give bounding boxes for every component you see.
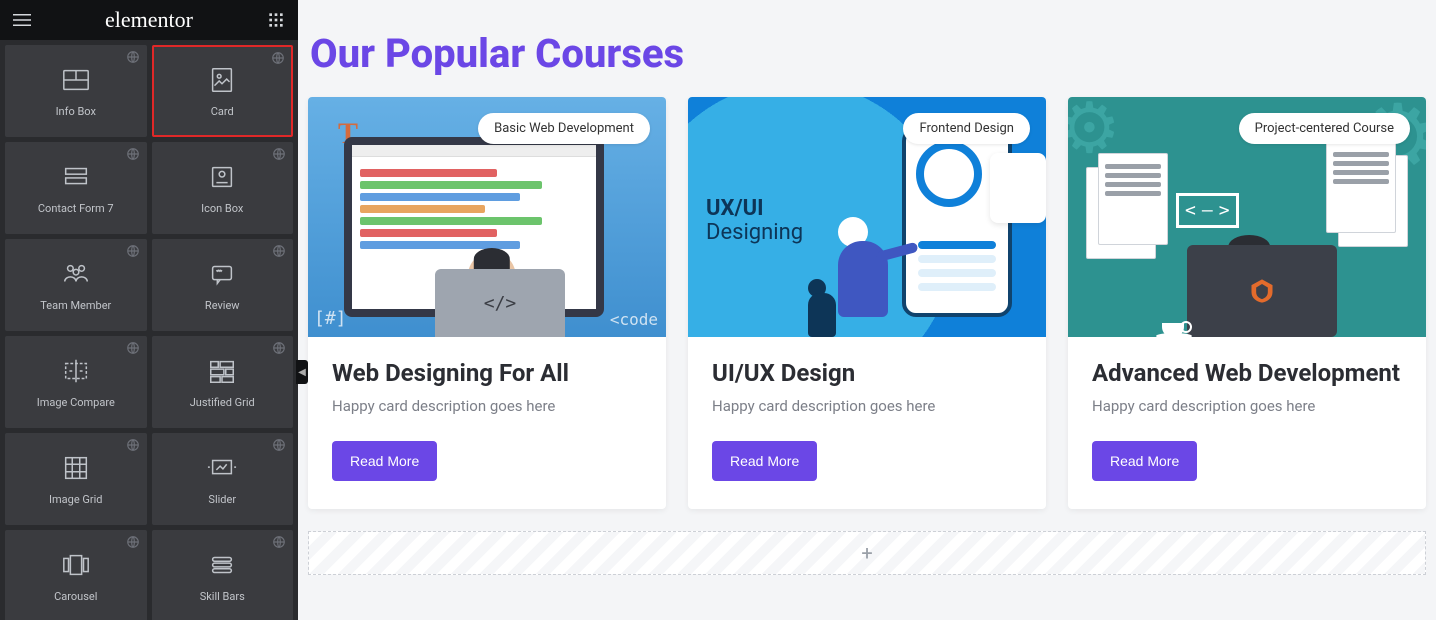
widget-label: Slider bbox=[208, 493, 236, 506]
widget-label: Card bbox=[211, 105, 234, 118]
compare-icon bbox=[61, 356, 91, 386]
image-grid-icon bbox=[61, 453, 91, 483]
widget-carousel[interactable]: Carousel bbox=[5, 530, 147, 620]
globe-icon bbox=[272, 244, 286, 258]
card-description: Happy card description goes here bbox=[1092, 397, 1402, 415]
widget-slider[interactable]: Slider bbox=[152, 433, 294, 525]
widget-label: Image Compare bbox=[37, 396, 115, 409]
widget-label: Icon Box bbox=[201, 202, 243, 215]
skill-bars-icon bbox=[207, 550, 237, 580]
slider-icon bbox=[207, 453, 237, 483]
card-image: UX/UIDesigning Frontend Design bbox=[688, 97, 1046, 337]
read-more-button[interactable]: Read More bbox=[1092, 441, 1197, 481]
info-box-icon bbox=[61, 65, 91, 95]
card-badge: Project-centered Course bbox=[1239, 113, 1410, 144]
document-icon bbox=[1098, 153, 1168, 245]
globe-icon bbox=[271, 51, 285, 65]
globe-icon bbox=[126, 341, 140, 355]
card-badge: Basic Web Development bbox=[478, 113, 650, 144]
plus-icon: + bbox=[861, 541, 872, 565]
globe-icon bbox=[126, 50, 140, 64]
read-more-button[interactable]: Read More bbox=[332, 441, 437, 481]
canvas: Our Popular Courses T </> <code bbox=[298, 0, 1436, 620]
card-title: Web Designing For All bbox=[332, 359, 642, 387]
card-image: T </> <code [#] Basic Web Development bbox=[308, 97, 666, 337]
document-icon bbox=[1326, 141, 1396, 233]
globe-icon bbox=[126, 244, 140, 258]
card-description: Happy card description goes here bbox=[332, 397, 642, 415]
globe-icon bbox=[272, 147, 286, 161]
justified-grid-icon bbox=[207, 356, 237, 386]
globe-icon bbox=[272, 438, 286, 452]
globe-icon bbox=[126, 438, 140, 452]
icon-box-icon bbox=[207, 162, 237, 192]
widget-skill-bars[interactable]: Skill Bars bbox=[152, 530, 294, 620]
widget-label: Justified Grid bbox=[190, 396, 255, 409]
person-icon bbox=[838, 217, 888, 317]
globe-icon bbox=[272, 535, 286, 549]
globe-icon bbox=[126, 535, 140, 549]
globe-icon bbox=[272, 341, 286, 355]
widget-review[interactable]: Review bbox=[152, 239, 294, 331]
card-description: Happy card description goes here bbox=[712, 397, 1022, 415]
review-icon bbox=[207, 259, 237, 289]
laptop-icon: </> bbox=[435, 269, 565, 337]
page-title: Our Popular Courses bbox=[310, 30, 1426, 77]
card-icon bbox=[207, 65, 237, 95]
elementor-panel: elementor Info Box Card Contact Form 7 I… bbox=[0, 0, 298, 620]
course-card[interactable]: ⚙ ⚙ <—> Project-centered Course Advanced… bbox=[1068, 97, 1426, 509]
widget-label: Review bbox=[205, 299, 240, 312]
widget-image-compare[interactable]: Image Compare bbox=[5, 336, 147, 428]
widget-team-member[interactable]: Team Member bbox=[5, 239, 147, 331]
team-icon bbox=[61, 259, 91, 289]
widget-label: Image Grid bbox=[49, 493, 102, 506]
widget-label: Skill Bars bbox=[200, 590, 245, 603]
course-card[interactable]: T </> <code [#] Basic Web Development bbox=[308, 97, 666, 509]
widget-card[interactable]: Card bbox=[152, 45, 294, 137]
widgets-grid-icon[interactable] bbox=[264, 8, 288, 32]
uxui-text: UX/UIDesigning bbox=[706, 197, 803, 245]
card-image: ⚙ ⚙ <—> Project-centered Course bbox=[1068, 97, 1426, 337]
monitor-icon bbox=[1187, 245, 1337, 337]
collapse-panel-icon[interactable]: ◀ bbox=[296, 360, 308, 384]
panel-header: elementor bbox=[0, 0, 298, 40]
widget-label: Contact Form 7 bbox=[38, 202, 114, 215]
widget-info-box[interactable]: Info Box bbox=[5, 45, 147, 137]
form-icon bbox=[61, 162, 91, 192]
carousel-icon bbox=[61, 550, 91, 580]
globe-icon bbox=[126, 147, 140, 161]
widget-list: Info Box Card Contact Form 7 Icon Box Te… bbox=[0, 40, 298, 620]
widget-icon-box[interactable]: Icon Box bbox=[152, 142, 294, 234]
read-more-button[interactable]: Read More bbox=[712, 441, 817, 481]
card-badge: Frontend Design bbox=[903, 113, 1030, 144]
person-icon bbox=[808, 279, 836, 337]
cards-row: T </> <code [#] Basic Web Development bbox=[308, 97, 1426, 509]
widget-label: Info Box bbox=[56, 105, 96, 118]
widget-contact-form-7[interactable]: Contact Form 7 bbox=[5, 142, 147, 234]
widget-label: Carousel bbox=[54, 590, 97, 603]
add-section-button[interactable]: + bbox=[308, 531, 1426, 575]
code-text: <code bbox=[610, 310, 658, 329]
widget-label: Team Member bbox=[40, 299, 111, 312]
brand-logo: elementor bbox=[105, 7, 193, 33]
card-title: Advanced Web Development bbox=[1092, 359, 1402, 387]
hash-text: [#] bbox=[314, 308, 347, 329]
menu-icon[interactable] bbox=[10, 8, 34, 32]
widget-image-grid[interactable]: Image Grid bbox=[5, 433, 147, 525]
course-card[interactable]: UX/UIDesigning Frontend Design UI/UX Des… bbox=[688, 97, 1046, 509]
widget-justified-grid[interactable]: Justified Grid bbox=[152, 336, 294, 428]
arrows-icon: <—> bbox=[1176, 193, 1239, 228]
card-title: UI/UX Design bbox=[712, 359, 1022, 387]
